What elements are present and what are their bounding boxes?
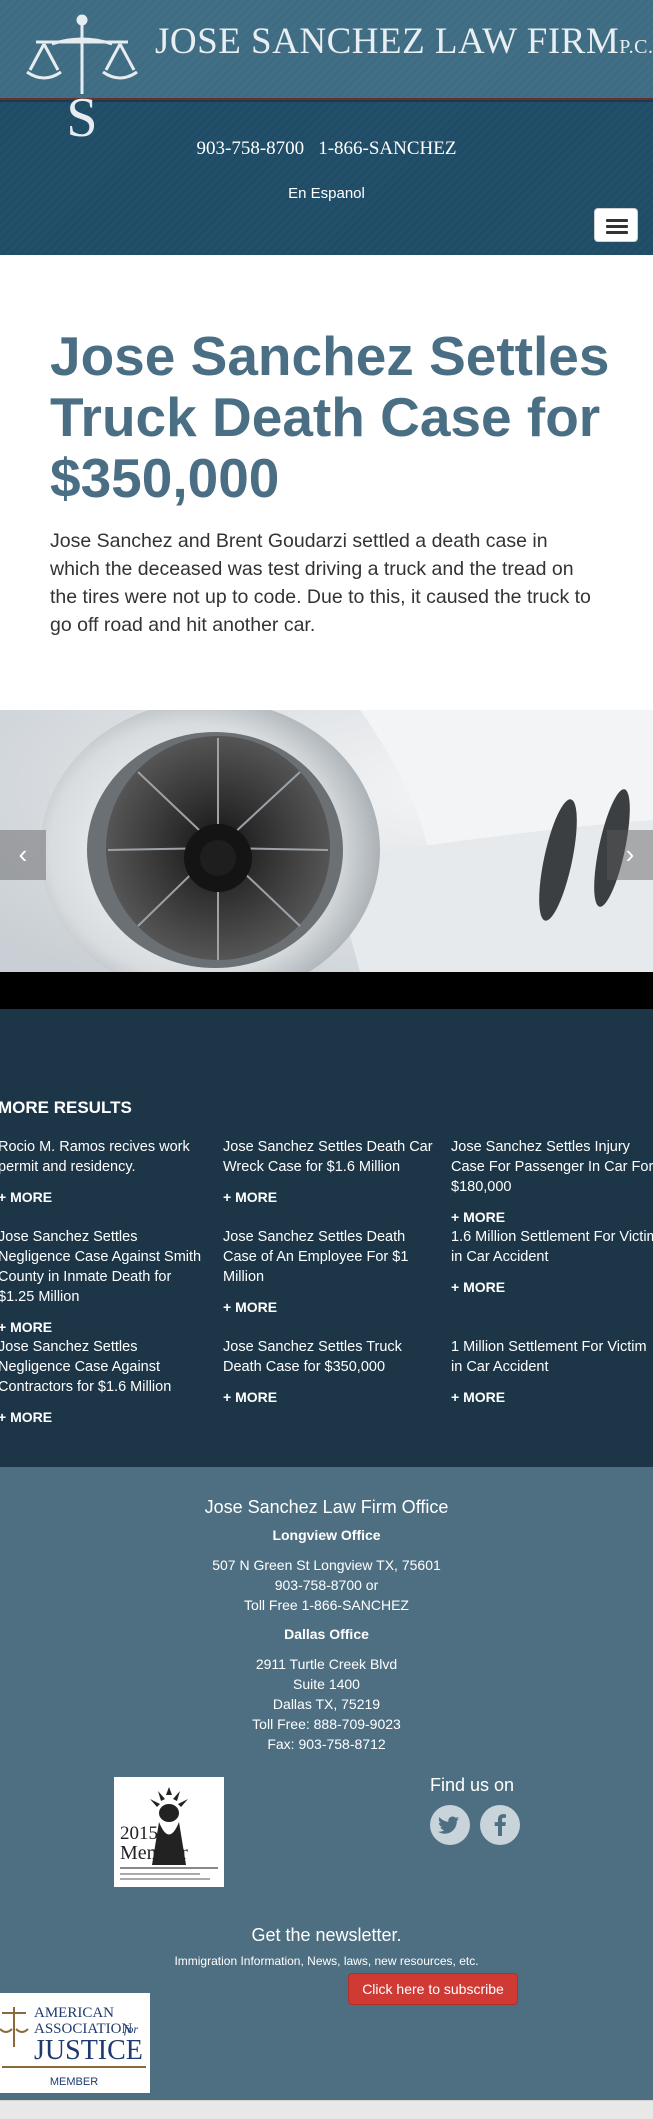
article-title: Jose Sanchez Settles Truck Death Case fo… xyxy=(50,325,610,509)
header-phones: 903-758-8700 1-866-SANCHEZ xyxy=(0,138,653,160)
facebook-icon xyxy=(494,1814,506,1836)
more-results-heading: MORE RESULTS xyxy=(0,1098,132,1117)
result-more-link[interactable]: + MORE xyxy=(451,1279,653,1295)
result-item: 1.6 Million Settlement For Victim in Car… xyxy=(451,1227,653,1295)
statue-of-liberty-icon: 2015 Member xyxy=(120,1787,218,1880)
result-more-link[interactable]: + MORE xyxy=(0,1409,208,1425)
aaj-line3: JUSTICE xyxy=(34,2035,143,2066)
longview-address: 507 N Green St Longview TX, 75601 xyxy=(212,1557,441,1573)
firm-name-text: JOSE SANCHEZ LAW FIRM xyxy=(155,21,620,62)
aaj-member-badge[interactable]: AMERICAN ASSOCIATION for JUSTICE MEMBER xyxy=(0,1993,150,2093)
result-item: Jose Sanchez Settles Death Car Wreck Cas… xyxy=(223,1137,433,1205)
result-item: Jose Sanchez Settles Truck Death Case fo… xyxy=(223,1337,433,1405)
slider-next-button[interactable]: › xyxy=(607,830,653,880)
image-slider[interactable] xyxy=(0,710,653,972)
result-title-link[interactable]: 1.6 Million Settlement For Victim in Car… xyxy=(451,1227,653,1267)
result-item: Jose Sanchez Settles Death Case of An Em… xyxy=(223,1227,433,1315)
logo-letter: S xyxy=(66,87,97,140)
newsletter-subtitle: Immigration Information, News, laws, new… xyxy=(174,1954,479,1968)
badge-label: Member xyxy=(120,1842,188,1864)
longview-phone[interactable]: 903-758-8700 or xyxy=(0,1577,653,1593)
result-more-link[interactable]: + MORE xyxy=(0,1319,208,1335)
slider-prev-button[interactable]: ‹ xyxy=(0,830,46,880)
phone-main-link[interactable]: 903-758-8700 xyxy=(197,138,305,159)
more-results-section: : MORE RESULTS Rocio M. Ramos recives wo… xyxy=(0,1009,653,1467)
slider-caption-band xyxy=(0,972,653,1009)
result-more-link[interactable]: + MORE xyxy=(223,1389,433,1405)
longview-office-title: Longview Office xyxy=(272,1527,381,1543)
menu-bar xyxy=(606,225,628,228)
result-title-link[interactable]: Jose Sanchez Settles Death Case of An Em… xyxy=(223,1227,433,1287)
scales-of-justice-logo-icon[interactable]: S xyxy=(22,12,142,140)
office-title: Jose Sanchez Law Firm Office xyxy=(204,1497,449,1517)
espanol-link[interactable]: En Espanol xyxy=(0,185,653,202)
bottom-bar xyxy=(0,2100,653,2119)
dallas-office-title: Dallas Office xyxy=(284,1626,369,1642)
find-us-label: Find us on xyxy=(430,1775,515,1795)
firm-suffix: P.C. xyxy=(619,36,653,58)
result-title-link[interactable]: Jose Sanchez Settles Death Car Wreck Cas… xyxy=(223,1137,433,1177)
result-title-link[interactable]: Rocio M. Ramos recives work permit and r… xyxy=(0,1137,208,1177)
result-title-link[interactable]: Jose Sanchez Settles Negligence Case Aga… xyxy=(0,1337,208,1397)
result-item: Jose Sanchez Settles Injury Case For Pas… xyxy=(451,1137,653,1225)
site-header: S JOSE SANCHEZ LAW FIRMP.C. 903-758-8700… xyxy=(0,0,653,255)
newsletter-title: Get the newsletter. xyxy=(251,1925,402,1945)
aaj-for: for xyxy=(124,2022,138,2036)
menu-bar xyxy=(606,219,628,222)
result-title-link[interactable]: Jose Sanchez Settles Truck Death Case fo… xyxy=(223,1337,433,1377)
aaj-line1: AMERICAN xyxy=(34,2005,114,2021)
result-item: Jose Sanchez Settles Negligence Case Aga… xyxy=(0,1337,208,1425)
twitter-icon xyxy=(438,1816,459,1834)
jet-engine-image xyxy=(0,710,653,972)
result-more-link[interactable]: + MORE xyxy=(451,1209,653,1225)
result-more-link[interactable]: + MORE xyxy=(223,1189,433,1205)
subscribe-button[interactable]: Click here to subscribe xyxy=(348,1973,518,2005)
facebook-button[interactable] xyxy=(480,1805,520,1845)
result-item: 1 Million Settlement For Victim in Car A… xyxy=(451,1337,653,1405)
badge-year: 2015 xyxy=(120,1823,158,1844)
dallas-fax: Fax: 903-758-8712 xyxy=(267,1736,386,1752)
dallas-city: Dallas TX, 75219 xyxy=(272,1696,381,1712)
dallas-tollfree[interactable]: Toll Free: 888-709-9023 xyxy=(0,1716,653,1732)
article-body: Jose Sanchez and Brent Goudarzi settled … xyxy=(50,530,591,636)
dallas-street: 2911 Turtle Creek Blvd xyxy=(255,1656,398,1672)
menu-bar xyxy=(606,231,628,234)
result-item: Jose Sanchez Settles Negligence Case Aga… xyxy=(0,1227,208,1335)
hamburger-menu-button[interactable] xyxy=(594,208,638,242)
result-title-link[interactable]: Jose Sanchez Settles Negligence Case Aga… xyxy=(0,1227,208,1307)
chevron-right-icon: › xyxy=(625,839,635,869)
phone-tollfree-link[interactable]: 1-866-SANCHEZ xyxy=(318,138,456,159)
aaj-member: MEMBER xyxy=(50,2076,98,2088)
dallas-suite: Suite 1400 xyxy=(293,1676,360,1692)
bullet-icon: : xyxy=(0,1057,1,1068)
result-more-link[interactable]: + MORE xyxy=(0,1189,208,1205)
longview-tollfree[interactable]: Toll Free 1-866-SANCHEZ xyxy=(0,1597,653,1613)
site-footer: Jose Sanchez Law Firm Office Longview Of… xyxy=(0,1467,653,2100)
result-title-link[interactable]: 1 Million Settlement For Victim in Car A… xyxy=(451,1337,653,1377)
aaj-scales-icon: AMERICAN ASSOCIATION for JUSTICE MEMBER xyxy=(0,2005,146,2088)
firm-name[interactable]: JOSE SANCHEZ LAW FIRMP.C. xyxy=(155,20,653,63)
result-more-link[interactable]: + MORE xyxy=(451,1389,653,1405)
chevron-left-icon: ‹ xyxy=(18,839,28,869)
result-more-link[interactable]: + MORE xyxy=(223,1299,433,1315)
twitter-button[interactable] xyxy=(430,1805,470,1845)
result-item: Rocio M. Ramos recives work permit and r… xyxy=(0,1137,208,1205)
result-title-link[interactable]: Jose Sanchez Settles Injury Case For Pas… xyxy=(451,1137,653,1197)
aila-2015-member-badge[interactable]: 2015 Member xyxy=(114,1777,224,1887)
